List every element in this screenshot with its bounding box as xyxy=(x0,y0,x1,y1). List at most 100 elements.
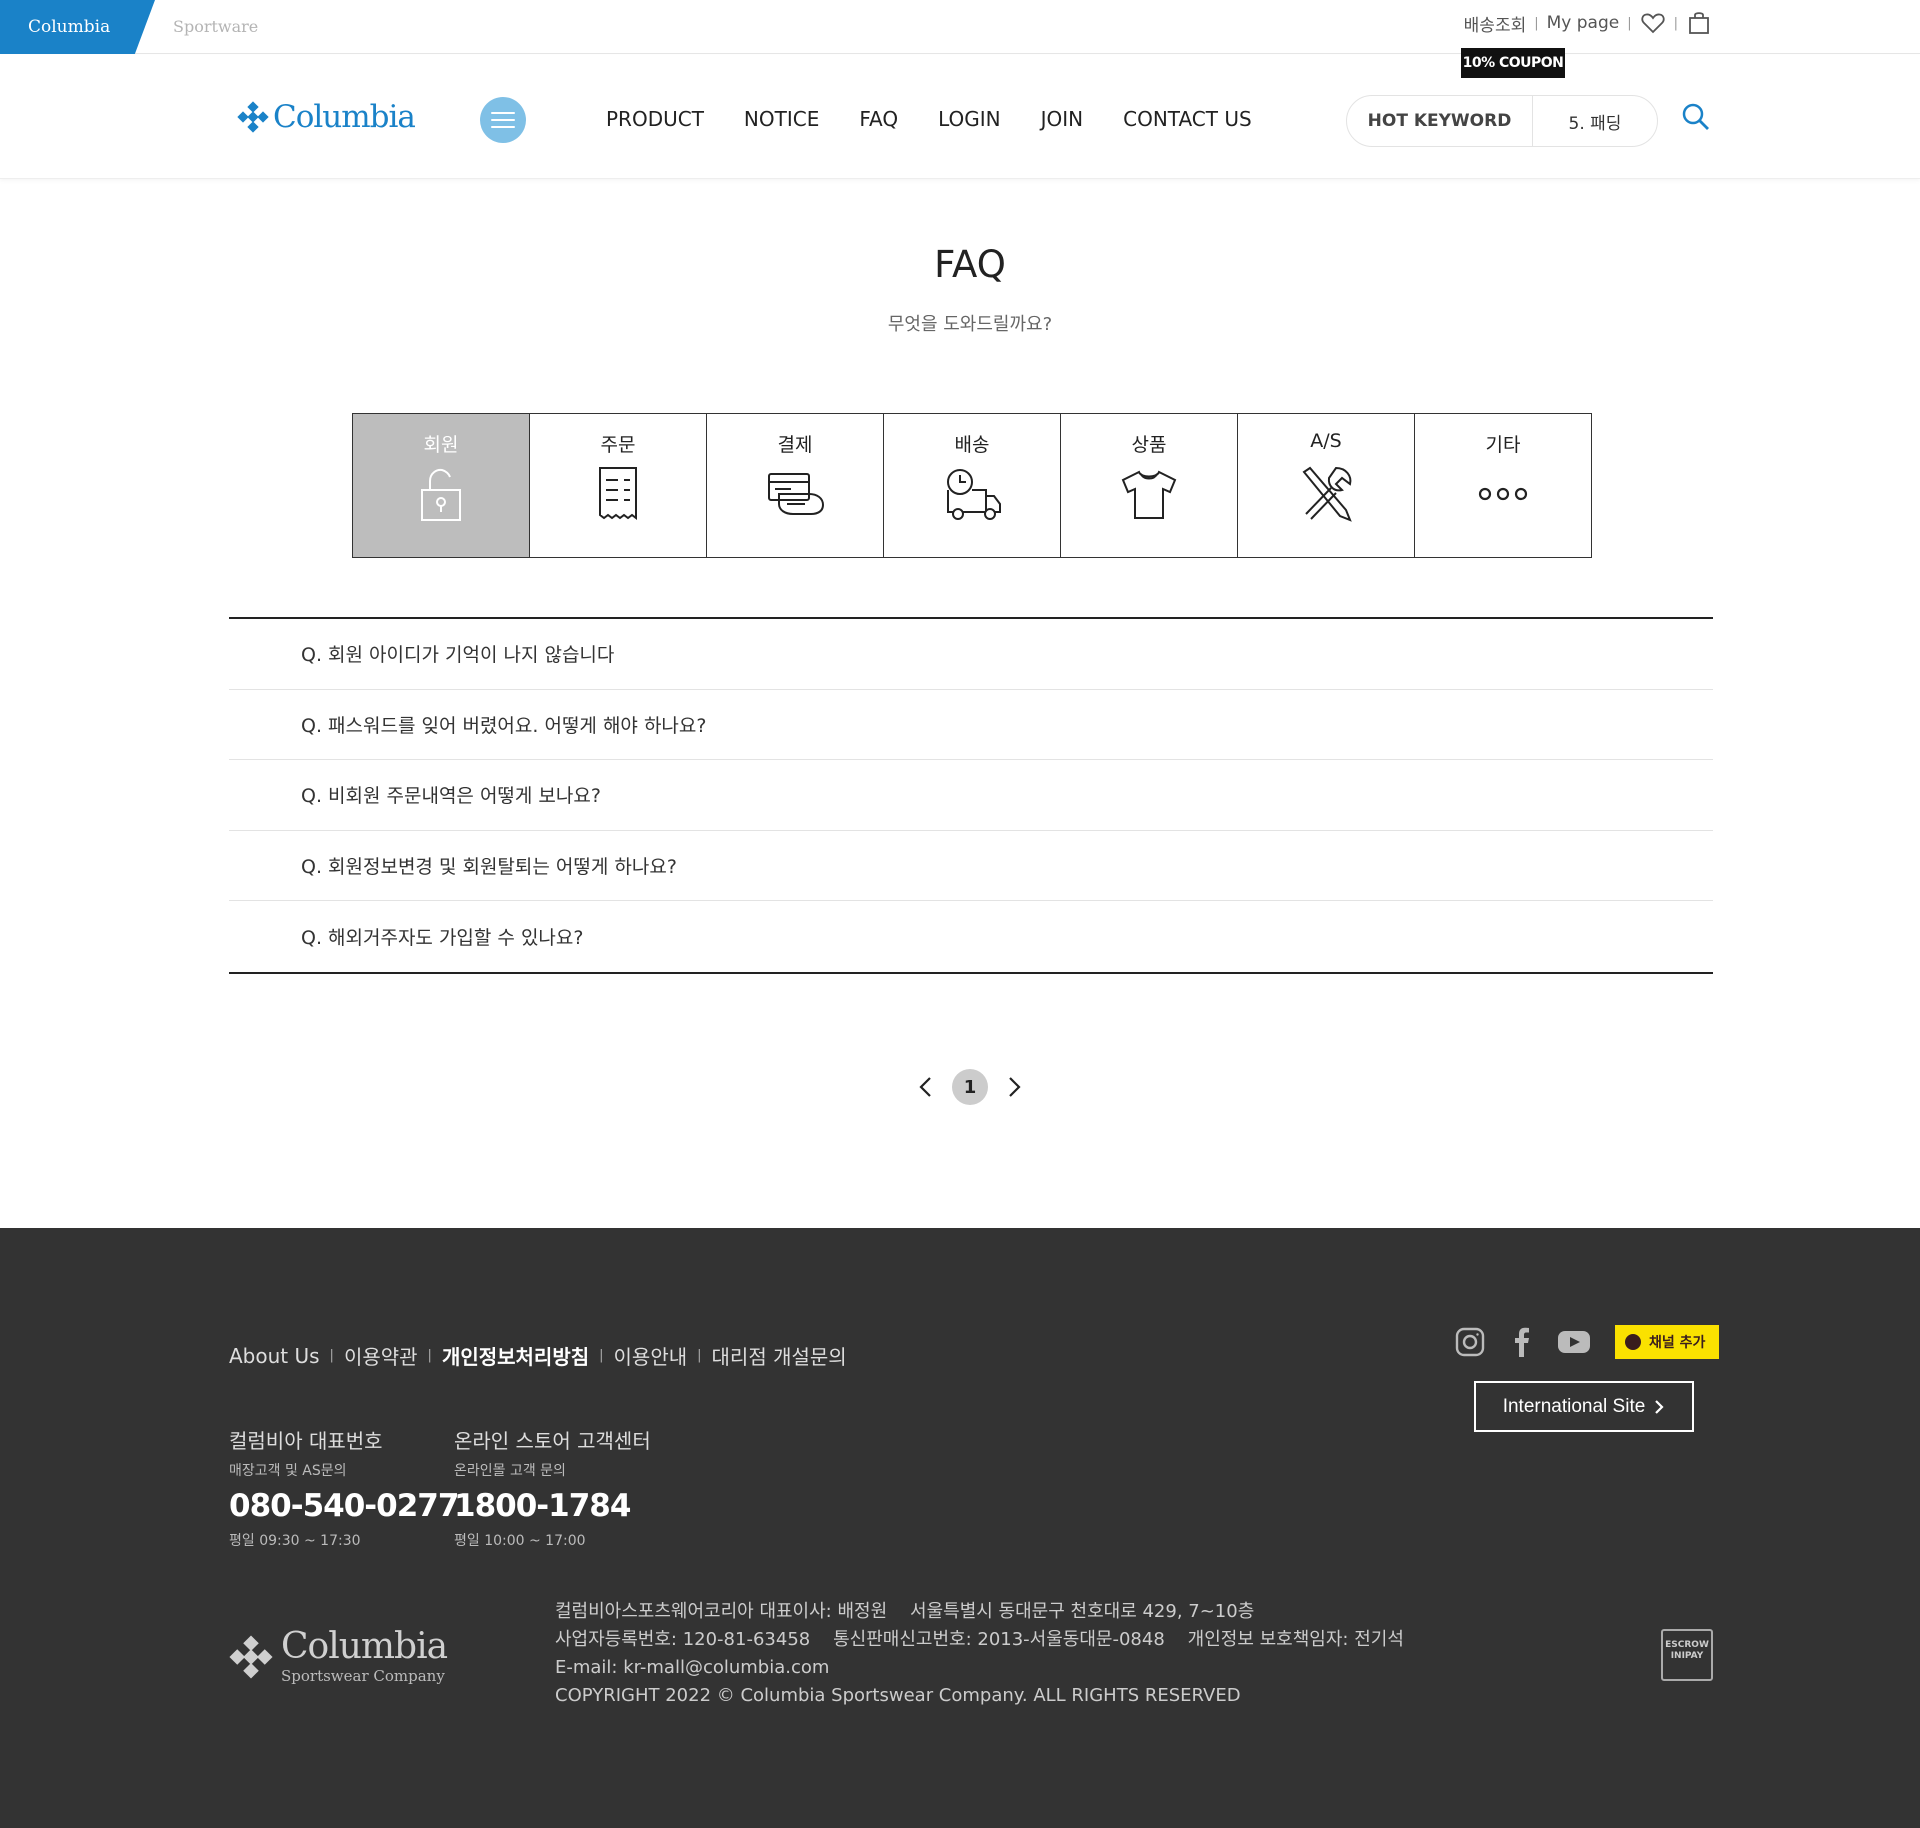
international-site-button[interactable]: International Site xyxy=(1474,1381,1694,1432)
payment-card-icon xyxy=(765,464,825,524)
utility-links: 배송조회 | My page | | xyxy=(1464,10,1712,36)
faq-category-tabs: 회원 주문 결제 배송 상품 A/S 기타 xyxy=(352,413,1592,558)
tab-label: 결제 xyxy=(777,434,813,456)
youtube-icon[interactable] xyxy=(1557,1325,1591,1359)
separator: | xyxy=(599,1348,604,1363)
tab-label: A/S xyxy=(1310,430,1342,452)
tab-label: 배송 xyxy=(954,434,990,456)
footer: About Us | 이용약관 | 개인정보처리방침 | 이용안내 | 대리점 … xyxy=(0,1228,1920,1828)
page-title: FAQ xyxy=(934,243,1006,286)
footer-links: About Us | 이용약관 | 개인정보처리방침 | 이용안내 | 대리점 … xyxy=(229,1341,847,1370)
footer-logo-subtitle: Sportswear Company xyxy=(281,1667,445,1685)
heart-icon[interactable] xyxy=(1640,10,1666,36)
footer-logo: Columbia Sportswear Company xyxy=(229,1626,448,1685)
cs-hours: 평일 10:00 ~ 17:00 xyxy=(454,1533,586,1549)
inipay-label: INIPAY xyxy=(1670,1651,1704,1661)
separator: | xyxy=(427,1348,432,1363)
company-info-line: 컬럼비아스포츠웨어코리아 대표이사: 배정원 서울특별시 동대문구 천호대로 4… xyxy=(555,1601,1255,1622)
tab-order[interactable]: 주문 xyxy=(530,414,707,557)
shopping-bag-icon[interactable] xyxy=(1686,10,1712,36)
faq-question[interactable]: Q. 패스워드를 잊어 버렸어요. 어떻게 해야 하나요? xyxy=(229,690,1713,761)
nav-contact-us[interactable]: CONTACT US xyxy=(1123,107,1252,131)
repair-tools-icon xyxy=(1296,464,1356,524)
receipt-icon xyxy=(588,464,648,524)
cs-title: 온라인 스토어 고객센터 xyxy=(454,1429,651,1453)
faq-question[interactable]: Q. 해외거주자도 가입할 수 있나요? xyxy=(229,901,1713,972)
separator: | xyxy=(1627,15,1632,31)
hot-keyword-value[interactable]: 5. 패딩 xyxy=(1533,109,1657,134)
columbia-logo[interactable]: Columbia xyxy=(237,99,416,135)
footer-link-dealer[interactable]: 대리점 개설문의 xyxy=(712,1341,847,1370)
tab-delivery[interactable]: 배송 xyxy=(884,414,1061,557)
cs-subtitle: 매장고객 및 AS문의 xyxy=(229,1463,347,1479)
footer-logo-wordmark: Columbia xyxy=(281,1626,448,1667)
mypage-link[interactable]: My page xyxy=(1547,13,1620,33)
chevron-right-icon xyxy=(1655,1399,1664,1414)
escrow-inipay-badge[interactable]: ESCROW INIPAY xyxy=(1661,1629,1713,1681)
kakao-icon xyxy=(1625,1334,1641,1350)
columbia-diamond-icon xyxy=(237,101,269,133)
cs-phone-number[interactable]: 080-540-0277 xyxy=(229,1488,459,1524)
cs-subtitle: 온라인몰 고객 문의 xyxy=(454,1463,566,1479)
delivery-truck-icon xyxy=(942,464,1002,524)
cs-phone-number[interactable]: 1800-1784 xyxy=(454,1488,651,1524)
tab-label: 회원 xyxy=(423,434,459,456)
escrow-label: ESCROW xyxy=(1665,1640,1709,1650)
nav-product[interactable]: PRODUCT xyxy=(606,107,704,131)
main-header: Columbia PRODUCT NOTICE FAQ LOGIN JOIN C… xyxy=(0,55,1920,179)
kakao-channel-button[interactable]: 채널 추가 xyxy=(1615,1325,1720,1359)
faq-list: Q. 회원 아이디가 기억이 나지 않습니다 Q. 패스워드를 잊어 버렸어요.… xyxy=(229,617,1713,974)
kakao-channel-label: 채널 추가 xyxy=(1649,1335,1706,1351)
delivery-lookup-link[interactable]: 배송조회 xyxy=(1464,11,1527,36)
instagram-icon[interactable] xyxy=(1453,1325,1487,1359)
tab-etc[interactable]: 기타 xyxy=(1415,414,1591,557)
company-email: E-mail: kr-mall@columbia.com xyxy=(555,1657,830,1678)
page-subtitle: 무엇을 도와드릴까요? xyxy=(887,314,1053,335)
separator: | xyxy=(1534,15,1539,31)
international-site-label: International Site xyxy=(1502,1395,1646,1417)
tab-member[interactable]: 회원 xyxy=(353,414,530,557)
faq-question[interactable]: Q. 비회원 주문내역은 어떻게 보나요? xyxy=(229,760,1713,831)
tab-label: 기타 xyxy=(1485,434,1521,456)
page-number-current[interactable]: 1 xyxy=(952,1069,988,1105)
nav-notice[interactable]: NOTICE xyxy=(744,107,819,131)
cs-center-online: 온라인 스토어 고객센터 온라인몰 고객 문의 1800-1784 평일 10:… xyxy=(454,1425,651,1550)
tab-label: 주문 xyxy=(600,434,636,456)
separator: | xyxy=(697,1348,702,1363)
brand-tab[interactable]: Columbia xyxy=(0,0,155,54)
company-info: 컬럼비아스포츠웨어코리아 대표이사: 배정원 서울특별시 동대문구 천호대로 4… xyxy=(555,1598,1404,1710)
copyright: COPYRIGHT 2022 © Columbia Sportswear Com… xyxy=(555,1685,1241,1706)
footer-link-guide[interactable]: 이용안내 xyxy=(614,1341,688,1370)
main-nav: PRODUCT NOTICE FAQ LOGIN JOIN CONTACT US xyxy=(606,107,1252,131)
nav-faq[interactable]: FAQ xyxy=(859,107,898,131)
footer-link-terms[interactable]: 이용약관 xyxy=(344,1341,418,1370)
social-links: 채널 추가 xyxy=(1453,1325,1720,1359)
tab-product[interactable]: 상품 xyxy=(1061,414,1238,557)
hot-keyword-label: HOT KEYWORD xyxy=(1347,96,1533,146)
faq-question[interactable]: Q. 회원 아이디가 기억이 나지 않습니다 xyxy=(229,619,1713,690)
hot-keyword-box[interactable]: HOT KEYWORD 5. 패딩 xyxy=(1346,95,1658,147)
tab-label: 상품 xyxy=(1131,434,1167,456)
chevron-left-icon[interactable] xyxy=(914,1075,938,1099)
nav-join[interactable]: JOIN xyxy=(1041,107,1084,131)
chevron-right-icon[interactable] xyxy=(1002,1075,1026,1099)
facebook-icon[interactable] xyxy=(1505,1325,1539,1359)
tab-payment[interactable]: 결제 xyxy=(707,414,884,557)
hamburger-menu-icon[interactable] xyxy=(480,97,526,143)
tshirt-icon xyxy=(1119,464,1179,524)
separator: | xyxy=(1673,15,1678,31)
footer-link-about[interactable]: About Us xyxy=(229,1344,320,1368)
separator: | xyxy=(329,1348,334,1363)
columbia-diamond-icon xyxy=(229,1635,273,1679)
more-dots-icon xyxy=(1473,464,1533,524)
lock-icon xyxy=(411,464,471,524)
company-info-line: 사업자등록번호: 120-81-63458 통신판매신고번호: 2013-서울동… xyxy=(555,1629,1404,1650)
brand-sub-tab[interactable]: Sportware xyxy=(173,0,258,54)
nav-login[interactable]: LOGIN xyxy=(938,107,1001,131)
search-icon[interactable] xyxy=(1680,101,1712,133)
footer-link-privacy[interactable]: 개인정보처리방침 xyxy=(442,1341,589,1370)
cs-hours: 평일 09:30 ~ 17:30 xyxy=(229,1533,361,1549)
tab-as[interactable]: A/S xyxy=(1238,414,1415,557)
logo-wordmark: Columbia xyxy=(273,99,416,135)
faq-question[interactable]: Q. 회원정보변경 및 회원탈퇴는 어떻게 하나요? xyxy=(229,831,1713,902)
